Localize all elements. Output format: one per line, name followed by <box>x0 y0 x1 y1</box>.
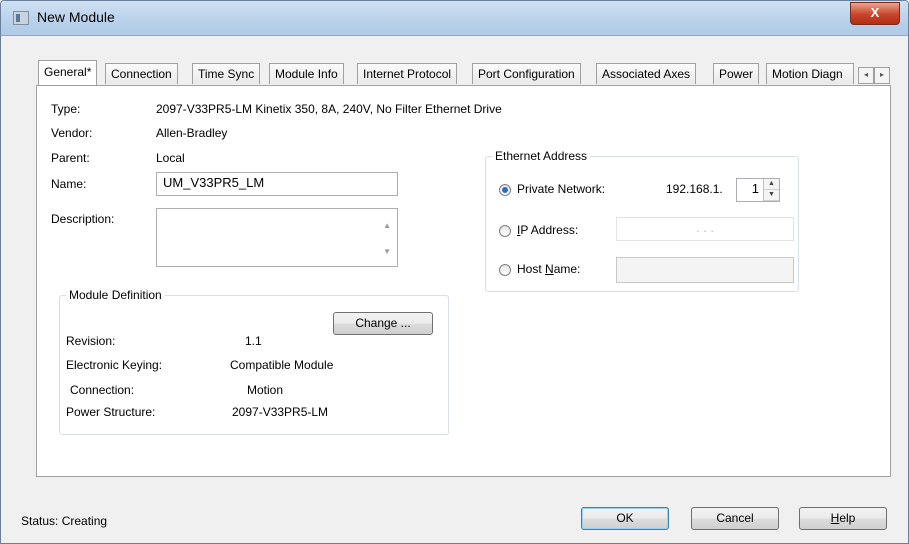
tab-motion-diagnostics[interactable]: Motion Diagn <box>766 63 854 84</box>
tab-associated-axes[interactable]: Associated Axes <box>596 63 697 84</box>
revision-value: 1.1 <box>245 334 262 348</box>
title-bar: New Module X <box>1 1 908 36</box>
name-label: Name: <box>51 177 87 191</box>
ethernet-address-group: Ethernet Address Private Network: 192.16… <box>485 149 799 292</box>
spin-down-icon[interactable]: ▼ <box>764 190 779 201</box>
private-network-radio[interactable] <box>499 184 511 196</box>
type-value: 2097-V33PR5-LM Kinetix 350, 8A, 240V, No… <box>156 102 502 116</box>
host-name-radio[interactable] <box>499 264 511 276</box>
vendor-value: Allen-Bradley <box>156 126 228 140</box>
revision-label: Revision: <box>66 334 116 348</box>
tab-internet-protocol[interactable]: Internet Protocol <box>357 63 458 84</box>
connection-label: Connection: <box>70 383 135 397</box>
name-input[interactable]: UM_V33PR5_LM <box>156 172 398 196</box>
power-structure-value: 2097-V33PR5-LM <box>232 405 329 419</box>
power-structure-label: Power Structure: <box>66 405 156 419</box>
spin-up-icon[interactable]: ▲ <box>764 179 779 190</box>
module-definition-group: Module Definition Change ... Revision: 1… <box>59 288 449 435</box>
close-icon: X <box>870 5 880 20</box>
host-name-label: Host Name: <box>517 262 581 276</box>
electronic-keying-value: Compatible Module <box>230 358 334 372</box>
module-definition-title: Module Definition <box>66 288 165 302</box>
tab-power[interactable]: Power <box>713 63 760 84</box>
tab-port-configuration[interactable]: Port Configuration <box>472 63 581 84</box>
private-network-label: Private Network: <box>517 182 606 196</box>
help-button[interactable]: Help <box>799 507 887 530</box>
host-name-input[interactable] <box>616 257 794 283</box>
vendor-label: Vendor: <box>51 126 93 140</box>
description-label: Description: <box>51 212 115 226</box>
app-icon <box>13 11 29 25</box>
scroll-down-icon[interactable]: ▼ <box>383 247 391 256</box>
description-textarea[interactable]: ▲ ▼ <box>156 208 398 267</box>
tab-scroll-right-icon[interactable]: ▸ <box>874 67 890 84</box>
ip-address-radio[interactable] <box>499 225 511 237</box>
new-module-dialog: New Module X General* Connection Time Sy… <box>0 0 909 544</box>
tab-scroll-left-icon[interactable]: ◂ <box>858 67 874 84</box>
ip-address-field[interactable]: . . . <box>616 217 794 241</box>
tab-connection[interactable]: Connection <box>105 63 178 84</box>
cancel-button[interactable]: Cancel <box>691 507 779 530</box>
status-value: Creating <box>61 514 108 528</box>
private-network-prefix: 192.168.1. <box>666 182 723 196</box>
ok-button[interactable]: OK <box>581 507 669 530</box>
window-title: New Module <box>37 9 115 25</box>
type-label: Type: <box>51 102 81 116</box>
ethernet-address-title: Ethernet Address <box>492 149 591 163</box>
parent-value: Local <box>156 151 185 165</box>
private-network-host-input[interactable]: 1 ▲ ▼ <box>736 178 780 202</box>
private-network-host-value: 1 <box>751 181 759 196</box>
tab-module-info[interactable]: Module Info <box>269 63 344 84</box>
connection-value: Motion <box>247 383 284 397</box>
host-spinner: ▲ ▼ <box>763 179 779 201</box>
change-button[interactable]: Change ... <box>333 312 433 335</box>
parent-label: Parent: <box>51 151 90 165</box>
scroll-up-icon[interactable]: ▲ <box>383 221 391 230</box>
electronic-keying-label: Electronic Keying: <box>66 358 163 372</box>
close-button[interactable]: X <box>850 2 900 25</box>
status-text: Status: Creating <box>21 514 107 528</box>
tab-general[interactable]: General* <box>38 60 98 85</box>
ip-address-label: IP Address: <box>517 223 579 237</box>
tab-time-sync[interactable]: Time Sync <box>192 63 261 84</box>
general-tab-panel: Type: 2097-V33PR5-LM Kinetix 350, 8A, 24… <box>36 85 891 477</box>
status-label: Status: <box>21 514 59 528</box>
